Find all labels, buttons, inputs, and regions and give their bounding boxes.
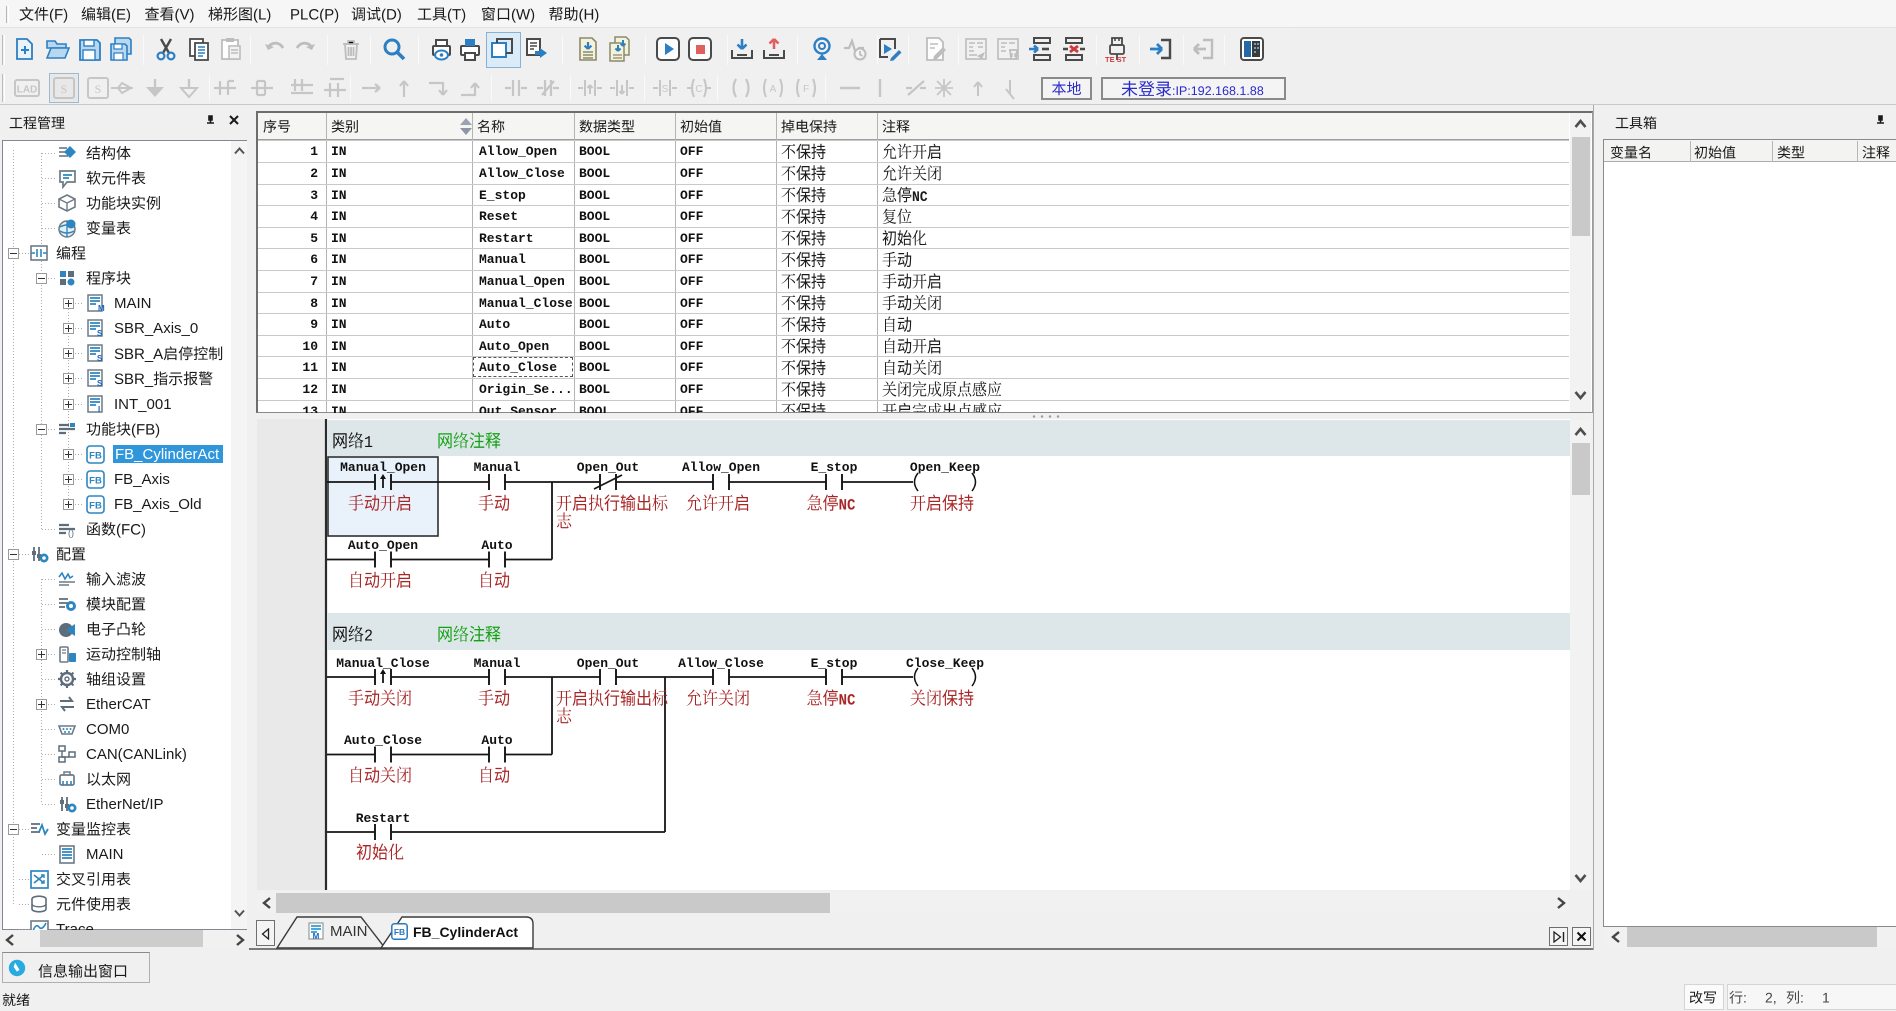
svg-text:I: I	[98, 405, 100, 414]
svg-text:LAD: LAD	[17, 85, 38, 96]
svg-text:FB: FB	[89, 451, 102, 462]
svg-text:S: S	[97, 354, 103, 363]
svg-text:FB: FB	[394, 927, 405, 937]
svg-text:FB: FB	[89, 476, 102, 487]
svg-text:FB: FB	[89, 501, 102, 512]
svg-text:(): ()	[68, 528, 74, 538]
svg-text:M: M	[313, 932, 320, 941]
svg-text:S: S	[97, 379, 103, 388]
svg-text:S: S	[95, 82, 102, 96]
svg-text:S: S	[61, 82, 68, 96]
svg-text:C: C	[695, 84, 702, 95]
svg-text:S: S	[662, 84, 669, 95]
svg-text:TE ST: TE ST	[1105, 55, 1127, 64]
svg-text:A: A	[770, 84, 777, 95]
svg-text:S: S	[97, 329, 103, 338]
svg-text:M: M	[98, 304, 105, 313]
svg-text:F: F	[803, 84, 809, 95]
